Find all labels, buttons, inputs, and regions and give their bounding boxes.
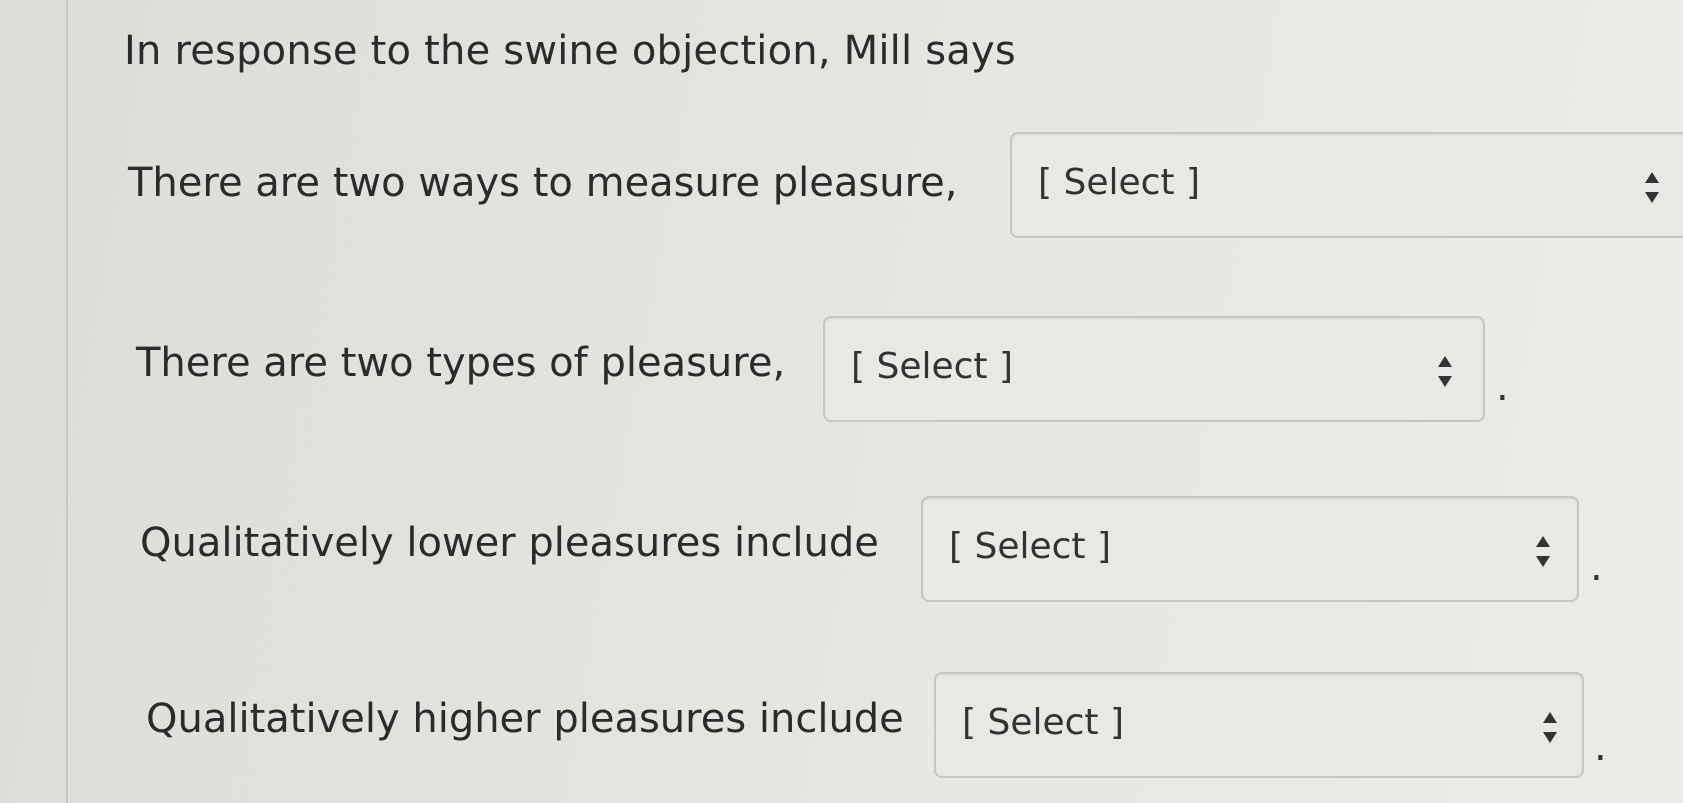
question-1-select-value: [ Select ] (1038, 162, 1201, 203)
question-1-select[interactable]: [ Select ] (1010, 132, 1683, 238)
left-divider (66, 0, 68, 803)
question-4-label: Qualitatively higher pleasures include (146, 696, 904, 742)
question-1-label: There are two ways to measure pleasure, (128, 160, 958, 206)
question-3-select[interactable]: [ Select ] (921, 496, 1579, 602)
question-2-select[interactable]: [ Select ] (823, 316, 1485, 422)
question-4-trailing-period: . (1594, 724, 1607, 770)
question-2-select-value: [ Select ] (851, 346, 1014, 387)
question-3-label: Qualitatively lower pleasures include (140, 520, 879, 566)
up-down-arrows-icon (1438, 356, 1452, 387)
up-down-arrows-icon (1645, 172, 1659, 203)
up-down-arrows-icon (1536, 536, 1550, 567)
question-4-select-value: [ Select ] (962, 702, 1125, 743)
question-3-select-value: [ Select ] (949, 526, 1112, 567)
question-4-select[interactable]: [ Select ] (934, 672, 1584, 778)
question-title: In response to the swine objection, Mill… (124, 28, 1016, 74)
question-3-trailing-period: . (1590, 544, 1603, 590)
up-down-arrows-icon (1543, 712, 1557, 743)
question-2-label: There are two types of pleasure, (136, 340, 786, 386)
question-2-trailing-period: . (1496, 364, 1509, 410)
